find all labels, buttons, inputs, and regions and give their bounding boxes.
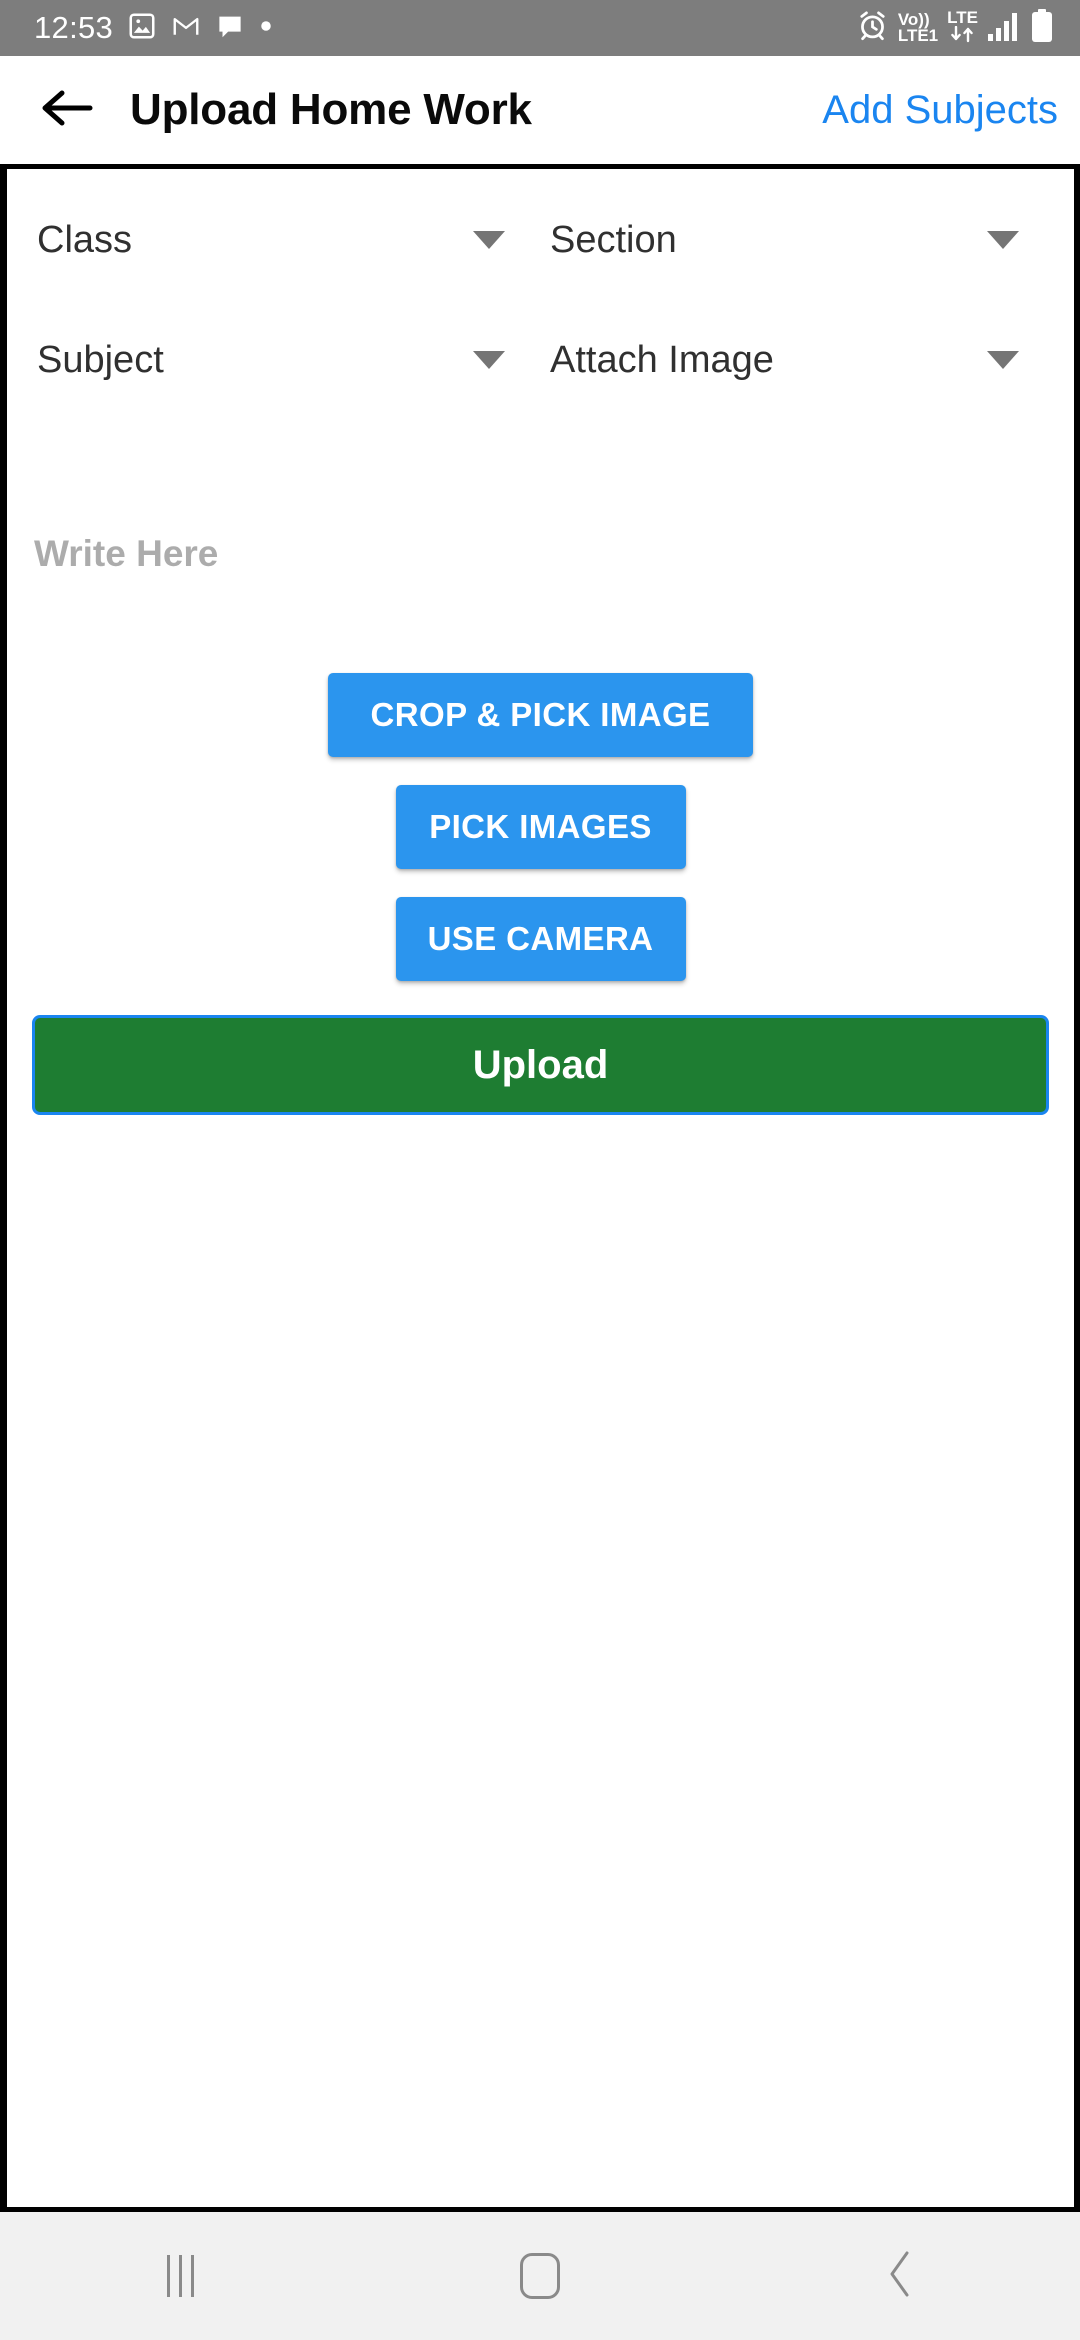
message-icon bbox=[215, 11, 245, 46]
page-title: Upload Home Work bbox=[130, 85, 532, 134]
recents-icon bbox=[166, 2255, 194, 2297]
nav-back-button[interactable] bbox=[825, 2212, 975, 2340]
chevron-down-icon bbox=[987, 351, 1019, 369]
alarm-icon bbox=[856, 9, 889, 47]
volte-icon: Vo)) LTE1 bbox=[897, 10, 939, 45]
pick-images-button[interactable]: PICK IMAGES bbox=[395, 785, 686, 869]
signal-icon bbox=[987, 10, 1021, 47]
class-dropdown[interactable]: Class bbox=[7, 212, 527, 268]
content-frame: Class Section Subject Attach Image Write… bbox=[0, 164, 1080, 2212]
image-action-buttons: CROP & PICK IMAGE PICK IMAGES USE CAMERA bbox=[7, 673, 1074, 981]
subject-dropdown-label: Subject bbox=[37, 338, 164, 381]
chevron-down-icon bbox=[473, 231, 505, 249]
upload-button-wrapper: Upload bbox=[7, 1015, 1074, 1115]
status-bar-left: 12:53 bbox=[34, 10, 273, 46]
note-input[interactable]: Write Here bbox=[7, 533, 1074, 575]
dropdown-row-2: Subject Attach Image bbox=[7, 332, 1074, 388]
battery-icon bbox=[1030, 8, 1054, 48]
data-arrows-icon bbox=[948, 25, 978, 46]
photos-icon bbox=[127, 11, 157, 46]
class-dropdown-label: Class bbox=[37, 218, 133, 261]
attach-image-dropdown-label: Attach Image bbox=[550, 338, 774, 381]
arrow-left-icon bbox=[40, 87, 94, 134]
nav-home-button[interactable] bbox=[465, 2212, 615, 2340]
status-clock: 12:53 bbox=[34, 10, 114, 45]
add-subjects-button[interactable]: Add Subjects bbox=[822, 88, 1058, 133]
lte-data-icon: LTE bbox=[947, 9, 978, 46]
upload-form: Class Section Subject Attach Image Write… bbox=[7, 212, 1074, 1115]
app-bar: Upload Home Work Add Subjects bbox=[0, 56, 1080, 164]
dropdown-row-1: Class Section bbox=[7, 212, 1074, 268]
phone-screen: 12:53 Vo)) LTE1 LTE Upload Home Work Add… bbox=[0, 0, 1080, 2340]
section-dropdown[interactable]: Section bbox=[527, 212, 1047, 268]
dot-icon bbox=[259, 19, 273, 38]
system-nav-bar bbox=[0, 2212, 1080, 2340]
home-icon bbox=[520, 2253, 560, 2299]
upload-button[interactable]: Upload bbox=[32, 1015, 1049, 1115]
section-dropdown-label: Section bbox=[550, 218, 677, 261]
chevron-down-icon bbox=[987, 231, 1019, 249]
subject-dropdown[interactable]: Subject bbox=[7, 332, 527, 388]
crop-and-pick-image-button[interactable]: CROP & PICK IMAGE bbox=[328, 673, 753, 757]
nav-recents-button[interactable] bbox=[105, 2212, 255, 2340]
chevron-down-icon bbox=[473, 351, 505, 369]
status-bar: 12:53 Vo)) LTE1 LTE bbox=[0, 0, 1080, 56]
status-bar-right: Vo)) LTE1 LTE bbox=[856, 8, 1054, 48]
use-camera-button[interactable]: USE CAMERA bbox=[395, 897, 686, 981]
back-button[interactable] bbox=[34, 77, 100, 143]
attach-image-dropdown[interactable]: Attach Image bbox=[527, 332, 1047, 388]
back-chevron-icon bbox=[886, 2250, 914, 2303]
gmail-icon bbox=[171, 11, 201, 46]
